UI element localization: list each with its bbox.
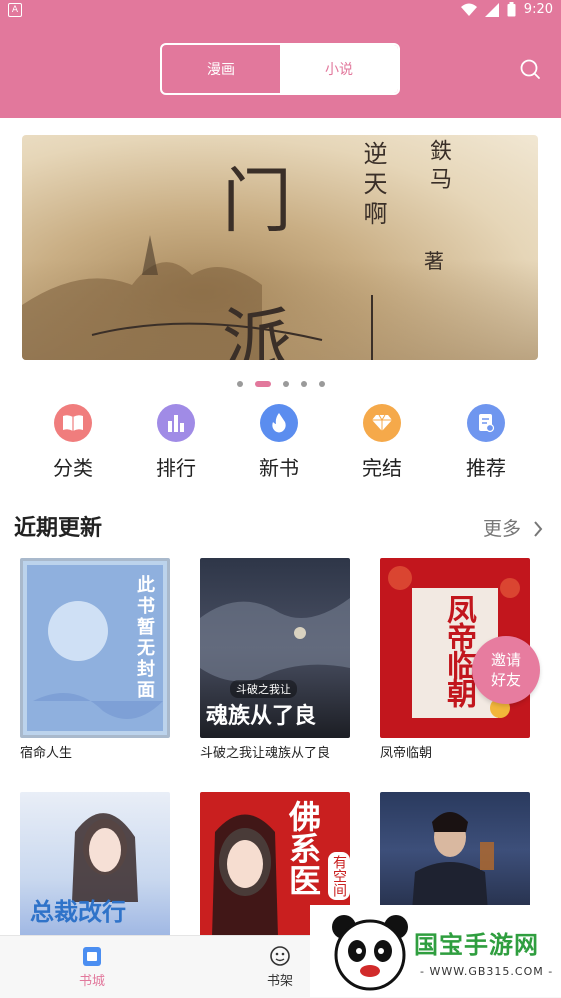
- nav-bookstore[interactable]: 书城: [62, 944, 122, 989]
- category-completed[interactable]: 完结: [342, 404, 422, 481]
- cover-title: 总裁改行: [30, 898, 126, 926]
- book-title: 宿命人生: [20, 746, 73, 761]
- watermark-text: 国宝手游网: [414, 931, 539, 959]
- nav-label: 书架: [266, 974, 293, 989]
- search-icon[interactable]: [519, 58, 541, 80]
- section-title: 近期更新: [14, 516, 103, 541]
- cover-title: 凤帝临朝: [441, 594, 476, 706]
- book-title: 凤帝临朝: [380, 746, 433, 761]
- cover-subtitle: 有空间: [328, 852, 350, 900]
- banner-title: 逆天啊: [359, 141, 387, 231]
- category-label: 完结: [362, 456, 402, 480]
- status-time: 9:20: [523, 2, 553, 17]
- invite-line-2: 好友: [490, 671, 521, 689]
- cover-placeholder-text: 此书暂无封面: [134, 575, 155, 701]
- carousel-dot: [318, 381, 325, 387]
- category-label: 分类: [53, 456, 93, 480]
- invite-label: 邀请 好友: [491, 650, 521, 690]
- invite-line-1: 邀请: [490, 651, 521, 669]
- banner-author: 鉄马: [426, 139, 451, 195]
- nav-label: 书城: [78, 974, 105, 989]
- content-type-switch: 漫画 小说: [160, 43, 400, 95]
- book-card[interactable]: 此书暂无封面 宿命人生: [20, 558, 170, 761]
- book-cover: 斗破之我让 魂族从了良: [200, 558, 350, 738]
- cover-title: 佛系医: [284, 800, 322, 896]
- category-new-books[interactable]: 新书: [239, 404, 319, 481]
- carousel-indicator: [0, 378, 561, 390]
- bar-chart-icon: [157, 404, 195, 442]
- invite-friends-button[interactable]: 邀请 好友: [472, 636, 540, 704]
- watermark-url: - WWW.GB315.COM -: [420, 965, 554, 978]
- panda-logo-icon: [332, 915, 408, 991]
- chevron-right-icon: [534, 521, 543, 537]
- book-cover: 此书暂无封面: [20, 558, 170, 738]
- banner-big-char-2: 派: [222, 300, 292, 360]
- carousel-dot: [282, 381, 289, 387]
- category-classify[interactable]: 分类: [33, 404, 113, 481]
- book-cover: 总裁改行: [20, 792, 170, 937]
- diamond-icon: [363, 404, 401, 442]
- book-icon: [54, 404, 92, 442]
- category-label: 排行: [156, 456, 196, 480]
- status-right: 9:20: [460, 2, 553, 17]
- featured-banner[interactable]: 门 派 逆天啊 鉄马 著: [22, 135, 538, 360]
- banner-author-mark: 著: [424, 249, 444, 273]
- status-bar: A 9:20: [0, 0, 561, 22]
- category-label: 推荐: [466, 456, 506, 480]
- tab-comics[interactable]: 漫画: [162, 45, 280, 93]
- more-label: 更多: [482, 518, 521, 540]
- wifi-icon: [460, 3, 477, 16]
- carousel-dot-active: [254, 381, 271, 387]
- carousel-dot: [236, 381, 243, 387]
- category-recommend[interactable]: 推荐: [446, 404, 526, 481]
- cover-subtitle: 斗破之我让: [230, 680, 297, 698]
- cover-title: 魂族从了良: [206, 703, 317, 729]
- book-title: 斗破之我让魂族从了良: [200, 746, 331, 761]
- category-row: 分类 排行 新书 完结 推荐: [0, 404, 561, 484]
- category-label: 新书: [259, 456, 299, 480]
- book-card[interactable]: 总裁改行: [20, 792, 170, 941]
- watermark: 国宝手游网 - WWW.GB315.COM -: [310, 905, 561, 997]
- bookstore-icon: [83, 947, 101, 966]
- more-link[interactable]: 更多: [483, 514, 543, 541]
- banner-big-char-1: 门: [222, 160, 292, 242]
- bookshelf-icon: [270, 946, 290, 966]
- notification-icon: A: [8, 3, 22, 17]
- document-icon: [467, 404, 505, 442]
- tab-novels[interactable]: 小说: [280, 45, 398, 93]
- category-ranking[interactable]: 排行: [136, 404, 216, 481]
- battery-icon: [507, 2, 516, 17]
- flame-icon: [260, 404, 298, 442]
- header: 漫画 小说: [0, 22, 561, 118]
- carousel-dot: [300, 381, 307, 387]
- nav-bookshelf[interactable]: 书架: [250, 944, 310, 989]
- signal-icon: [484, 2, 499, 17]
- book-card[interactable]: 斗破之我让 魂族从了良 斗破之我让魂族从了良: [200, 558, 350, 761]
